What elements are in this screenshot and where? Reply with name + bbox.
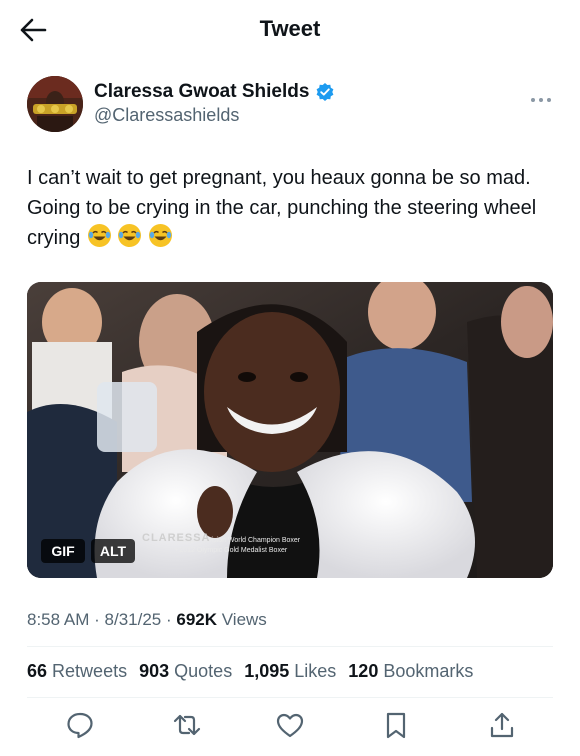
page-title: Tweet	[259, 16, 321, 41]
likes-count: 1,095	[244, 661, 290, 681]
top-bar: Tweet	[0, 0, 580, 60]
bookmark-icon[interactable]	[381, 710, 411, 740]
divider	[27, 697, 553, 698]
action-bar	[0, 710, 580, 744]
retweets-label: Retweets	[52, 661, 128, 681]
verified-badge-icon	[315, 82, 335, 102]
engagement-stats: 66 Retweets 903 Quotes 1,095 Likes 120 B…	[27, 661, 473, 682]
bookmarks-label: Bookmarks	[383, 661, 474, 681]
retweets-stat[interactable]: 66 Retweets	[27, 661, 127, 682]
quotes-stat[interactable]: 903 Quotes	[139, 661, 232, 682]
gif-badge: GIF	[41, 539, 85, 563]
tweet-text: I can’t wait to get pregnant, you heaux …	[27, 163, 547, 253]
meta-separator: ·	[165, 610, 172, 629]
face-with-tears-of-joy-icon	[87, 224, 111, 247]
like-icon[interactable]	[275, 710, 305, 740]
face-with-tears-of-joy-icon	[149, 224, 173, 247]
alt-text-button[interactable]: ALT	[91, 539, 135, 563]
tweet-meta: 8:58 AM · 8/31/25 · 692K Views	[27, 610, 267, 630]
retweets-count: 66	[27, 661, 48, 681]
reply-icon[interactable]	[65, 710, 95, 740]
views-count: 692K	[176, 610, 218, 629]
share-icon[interactable]	[487, 710, 517, 740]
quotes-label: Quotes	[174, 661, 233, 681]
likes-label: Likes	[294, 661, 337, 681]
retweet-icon[interactable]	[172, 710, 202, 740]
caption-line-2: • 2012 Olympic Gold Medalist Boxer	[175, 547, 288, 554]
tweet-date[interactable]: 8/31/25	[105, 610, 162, 629]
views-label: Views	[221, 610, 267, 629]
author-name[interactable]: Claressa Gwoat Shields	[94, 81, 309, 103]
author-name-row[interactable]: Claressa Gwoat Shields	[94, 81, 335, 103]
face-with-tears-of-joy-icon	[118, 224, 142, 247]
caption-name: CLARESSA	[142, 532, 211, 544]
more-options-icon[interactable]	[530, 90, 552, 102]
divider	[27, 646, 553, 647]
quotes-count: 903	[139, 661, 170, 681]
bookmarks-stat[interactable]: 120 Bookmarks	[348, 661, 473, 682]
bookmarks-count: 120	[348, 661, 379, 681]
likes-stat[interactable]: 1,095 Likes	[244, 661, 336, 682]
gif-media[interactable]: GIF ALT CLARESSA Multiple-Division World…	[27, 282, 553, 578]
video-caption: CLARESSA Multiple-Division World Champio…	[142, 533, 300, 556]
tweet-time[interactable]: 8:58 AM	[27, 610, 89, 629]
gif-frame-image	[27, 282, 553, 578]
avatar[interactable]	[27, 76, 83, 132]
meta-separator: ·	[94, 610, 100, 629]
author-handle[interactable]: @Claressashields	[94, 105, 239, 126]
